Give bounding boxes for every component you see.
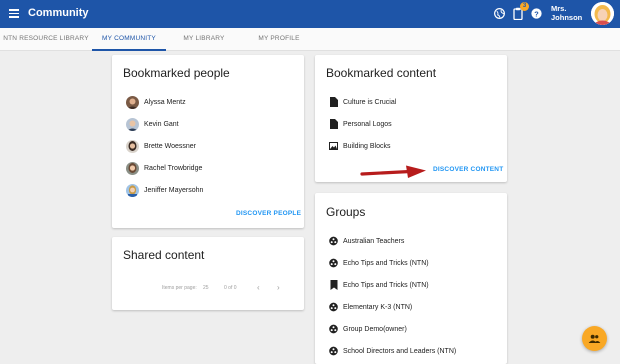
content-item[interactable]: Building Blocks	[329, 140, 390, 152]
avatar	[126, 139, 139, 153]
items-per-page-select[interactable]: 25	[203, 285, 209, 291]
document-icon	[329, 119, 338, 129]
group-label: Echo Tips and Tricks (NTN)	[343, 281, 429, 289]
avatar	[126, 183, 139, 197]
content-item-label: Building Blocks	[343, 142, 391, 150]
document-icon	[329, 97, 338, 107]
tab-bar: NTN RESOURCE LIBRARY MY COMMUNITY MY LIB…	[0, 28, 620, 51]
svg-text:?: ?	[534, 9, 539, 18]
person-item[interactable]: Rachel Trowbridge	[126, 161, 202, 175]
menu-icon[interactable]	[9, 9, 19, 18]
notification-badge: 3	[520, 2, 529, 11]
group-label: Group Demo(owner)	[343, 325, 407, 333]
group-label: Australian Teachers	[343, 237, 405, 245]
globe-icon[interactable]	[494, 8, 505, 19]
group-icon	[329, 346, 338, 356]
group-item[interactable]: Elementary K-3 (NTN)	[329, 301, 412, 313]
content-item[interactable]: Culture is Crucial	[329, 96, 396, 108]
groups-card: Groups Australian Teachers Echo Tips and…	[315, 193, 507, 364]
avatar	[126, 95, 139, 109]
bookmarked-content-title: Bookmarked content	[326, 66, 437, 80]
person-item[interactable]: Alyssa Mentz	[126, 95, 186, 109]
user-name[interactable]: Mrs. Johnson	[551, 4, 591, 22]
group-label: School Directors and Leaders (NTN)	[343, 347, 457, 355]
avatar	[126, 161, 139, 175]
group-item[interactable]: Australian Teachers	[329, 235, 404, 247]
group-item[interactable]: Group Demo(owner)	[329, 323, 407, 335]
groups-title: Groups	[326, 205, 366, 219]
user-avatar[interactable]	[591, 2, 614, 25]
person-item[interactable]: Jeniffer Mayersohn	[126, 183, 203, 197]
image-icon	[329, 141, 338, 151]
items-per-page-label: Items per page:	[162, 285, 197, 291]
person-name: Kevin Gant	[144, 120, 179, 128]
bookmarked-content-card: Bookmarked content Culture is Crucial Pe…	[315, 55, 507, 182]
content-item-label: Personal Logos	[343, 120, 392, 128]
bookmarked-people-card: Bookmarked people Alyssa Mentz Kevin Gan…	[112, 55, 304, 228]
person-item[interactable]: Brette Woessner	[126, 139, 196, 153]
tab-my-community[interactable]: MY COMMUNITY	[92, 28, 166, 51]
group-icon	[329, 258, 338, 268]
tab-ntn-resource-library[interactable]: NTN RESOURCE LIBRARY	[0, 28, 92, 51]
tab-my-library[interactable]: MY LIBRARY	[168, 28, 240, 51]
bookmarked-people-title: Bookmarked people	[123, 66, 230, 80]
person-name: Brette Woessner	[144, 142, 197, 150]
shared-content-title: Shared content	[123, 248, 205, 262]
group-item[interactable]: Echo Tips and Tricks (NTN)	[329, 279, 429, 291]
content-item[interactable]: Personal Logos	[329, 118, 392, 130]
person-name: Jeniffer Mayersohn	[144, 186, 204, 194]
person-name: Rachel Trowbridge	[144, 164, 203, 172]
group-item[interactable]: Echo Tips and Tricks (NTN)	[329, 257, 429, 269]
group-label: Elementary K-3 (NTN)	[343, 303, 413, 311]
group-icon	[329, 324, 338, 334]
app-bar: Community 3 ? Mrs. Johnson	[0, 0, 620, 28]
app-title: Community	[28, 7, 89, 19]
group-icon	[329, 236, 338, 246]
discover-content-button[interactable]: DISCOVER CONTENT	[433, 166, 503, 173]
group-label: Echo Tips and Tricks (NTN)	[343, 259, 429, 267]
page-range: 0 of 0	[224, 285, 237, 291]
people-icon	[588, 334, 601, 343]
chevron-right-icon[interactable]: ›	[277, 283, 280, 292]
annotation-arrow-icon	[360, 165, 426, 178]
chevron-left-icon[interactable]: ‹	[257, 283, 260, 292]
content-item-label: Culture is Crucial	[343, 98, 397, 106]
bookmark-icon	[329, 280, 338, 290]
person-item[interactable]: Kevin Gant	[126, 117, 179, 131]
avatar	[126, 117, 139, 131]
person-name: Alyssa Mentz	[144, 98, 186, 106]
tab-my-profile[interactable]: MY PROFILE	[243, 28, 315, 51]
help-icon[interactable]: ?	[531, 8, 542, 19]
add-people-fab-button[interactable]	[582, 326, 607, 351]
discover-people-button[interactable]: DISCOVER PEOPLE	[236, 210, 301, 217]
shared-content-card: Shared content Items per page: 25 0 of 0…	[112, 237, 304, 310]
group-item[interactable]: School Directors and Leaders (NTN)	[329, 345, 456, 357]
group-icon	[329, 302, 338, 312]
